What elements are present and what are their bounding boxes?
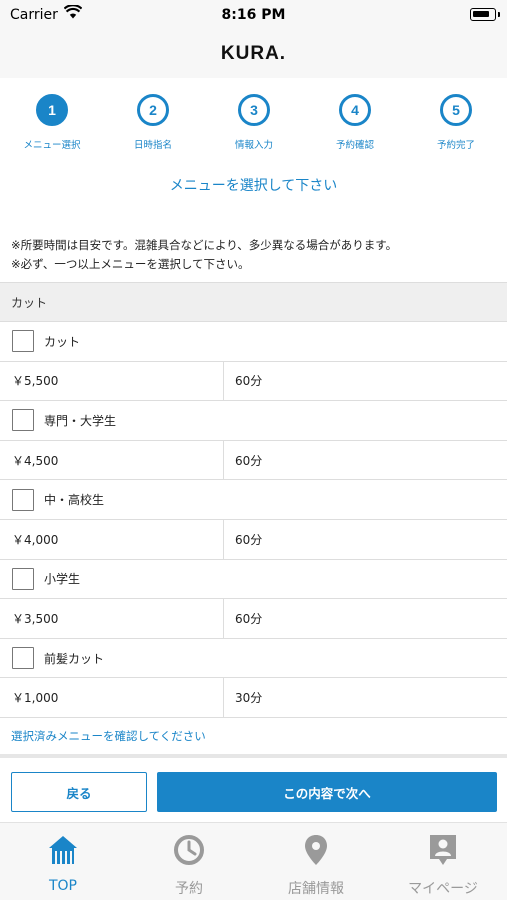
category-header: カット <box>0 282 507 322</box>
step-number: 4 <box>339 94 371 126</box>
step-number: 5 <box>440 94 472 126</box>
tab-store-info[interactable]: 店舗情報 <box>253 823 379 900</box>
page-heading: メニューを選択して下さい <box>169 178 338 194</box>
note-line: ※所要時間は目安です。混雑具合などにより、多少異なる場合があります。 <box>11 238 398 252</box>
menu-item-name: 専門・大学生 <box>44 413 117 428</box>
step-date-staff: 2 日時指名 <box>103 94 203 151</box>
menu-item-row[interactable]: 専門・大学生 <box>0 401 507 441</box>
nav-bar: KURA. <box>0 30 507 78</box>
home-icon <box>49 836 77 864</box>
step-label: 予約確認 <box>335 140 374 151</box>
menu-item-name: カット <box>44 334 81 349</box>
menu-item-price: ￥5,500 <box>0 361 224 401</box>
menu-item-price: ￥4,000 <box>0 519 224 559</box>
step-number: 3 <box>238 94 270 126</box>
menu-item-duration: 60分 <box>235 532 263 547</box>
notes: ※所要時間は目安です。混雑具合などにより、多少異なる場合があります。 ※必ず、一… <box>11 236 501 274</box>
menu-list: カット カット ￥5,500 60分 専門・大学生 ￥4,500 60分 中・高… <box>0 282 507 758</box>
menu-item-name: 小学生 <box>44 572 81 587</box>
menu-item-row[interactable]: カット <box>0 322 507 362</box>
step-menu-select: 1 メニュー選択 <box>2 94 102 151</box>
menu-item-details: ￥5,500 60分 <box>0 361 507 402</box>
menu-item-name: 前髪カット <box>44 651 105 666</box>
step-number: 1 <box>36 94 68 126</box>
progress-steps: 1 メニュー選択 2 日時指名 3 情報入力 4 予約確認 5 予約完了 <box>0 94 507 164</box>
confirm-selected-link[interactable]: 選択済みメニューを確認してください <box>0 718 507 758</box>
map-pin-icon <box>305 835 327 865</box>
menu-item-row[interactable]: 小学生 <box>0 560 507 600</box>
next-button[interactable]: この内容で次へ <box>157 772 497 812</box>
menu-item-checkbox[interactable] <box>12 409 34 432</box>
menu-item-checkbox[interactable] <box>12 647 34 670</box>
menu-item-duration: 60分 <box>235 374 263 389</box>
menu-item-checkbox[interactable] <box>12 330 34 353</box>
battery-icon <box>470 8 500 21</box>
menu-item-price: ￥4,500 <box>0 440 224 480</box>
menu-item-duration: 60分 <box>235 453 263 468</box>
status-time: 8:16 PM <box>221 7 286 23</box>
step-label: 日時指名 <box>133 140 172 151</box>
clock-icon <box>174 835 204 865</box>
tab-label: 予約 <box>175 881 203 897</box>
step-number: 2 <box>137 94 169 126</box>
tab-label: 店舗情報 <box>288 881 344 897</box>
menu-item-details: ￥4,000 60分 <box>0 519 507 560</box>
step-label: メニュー選択 <box>23 140 81 151</box>
tab-label: TOP <box>48 878 77 894</box>
menu-item-checkbox[interactable] <box>12 488 34 511</box>
menu-item-row[interactable]: 中・高校生 <box>0 480 507 520</box>
app-title: KURA. <box>220 43 287 64</box>
menu-item-duration: 60分 <box>235 611 263 626</box>
step-confirm: 4 予約確認 <box>305 94 405 151</box>
tab-bar: TOP 予約 店舗情報 マイページ <box>0 822 507 900</box>
back-button[interactable]: 戻る <box>11 772 147 812</box>
step-info-input: 3 情報入力 <box>204 94 304 151</box>
tab-label: マイページ <box>408 881 478 897</box>
tab-top[interactable]: TOP <box>0 823 126 900</box>
note-line: ※必ず、一つ以上メニューを選択して下さい。 <box>11 257 250 271</box>
menu-item-duration: 30分 <box>235 691 263 706</box>
step-label: 情報入力 <box>234 140 273 151</box>
step-complete: 5 予約完了 <box>406 94 506 151</box>
tab-mypage[interactable]: マイページ <box>380 823 506 900</box>
menu-item-details: ￥3,500 60分 <box>0 599 507 639</box>
menu-item-details: ￥1,000 30分 <box>0 678 507 718</box>
menu-item-checkbox[interactable] <box>12 567 34 590</box>
menu-item-price: ￥1,000 <box>0 678 224 717</box>
menu-item-price: ￥3,500 <box>0 599 224 638</box>
profile-icon <box>430 835 456 865</box>
tab-reservation[interactable]: 予約 <box>126 823 252 900</box>
menu-item-details: ￥4,500 60分 <box>0 440 507 481</box>
step-label: 予約完了 <box>436 140 475 151</box>
status-bar: Carrier 8:16 PM <box>0 0 507 30</box>
menu-item-name: 中・高校生 <box>44 493 105 508</box>
menu-item-row[interactable]: 前髪カット <box>0 639 507 679</box>
